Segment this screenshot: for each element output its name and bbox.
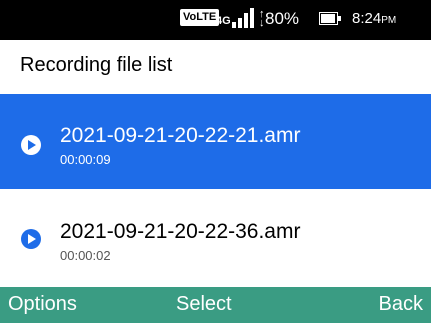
select-softkey[interactable]: Select bbox=[176, 293, 232, 316]
clock-time: 8:24 bbox=[352, 10, 382, 27]
recording-row-1[interactable]: 2021-09-21-20-22-21.amr 00:00:09 bbox=[0, 94, 431, 189]
recording-name: 2021-09-21-20-22-21.amr bbox=[60, 124, 301, 147]
battery-icon bbox=[319, 12, 341, 25]
play-icon bbox=[21, 135, 41, 155]
data-arrows-icon: ↑ ↓ bbox=[259, 8, 265, 29]
recording-duration: 00:00:02 bbox=[60, 248, 111, 263]
status-bar: VoLTE 4G ↑ ↓ 80% 8:24PM bbox=[0, 0, 431, 40]
softkey-bar: Options Select Back bbox=[0, 287, 431, 323]
back-softkey[interactable]: Back bbox=[379, 293, 423, 316]
recording-row-2[interactable]: 2021-09-21-20-22-36.amr 00:00:02 bbox=[0, 189, 431, 284]
list-header: Recording file list bbox=[0, 40, 431, 94]
signal-icon bbox=[232, 8, 254, 28]
volte-badge: VoLTE bbox=[180, 9, 220, 26]
clock: 8:24PM bbox=[352, 10, 396, 27]
clock-ampm: PM bbox=[381, 15, 397, 26]
page-title: Recording file list bbox=[20, 54, 173, 76]
recording-name: 2021-09-21-20-22-36.amr bbox=[60, 220, 301, 243]
network-type: 4G bbox=[216, 15, 231, 27]
options-softkey[interactable]: Options bbox=[8, 293, 77, 316]
play-icon bbox=[21, 229, 41, 249]
battery-percent: 80% bbox=[265, 9, 300, 28]
recording-duration: 00:00:09 bbox=[60, 152, 111, 167]
